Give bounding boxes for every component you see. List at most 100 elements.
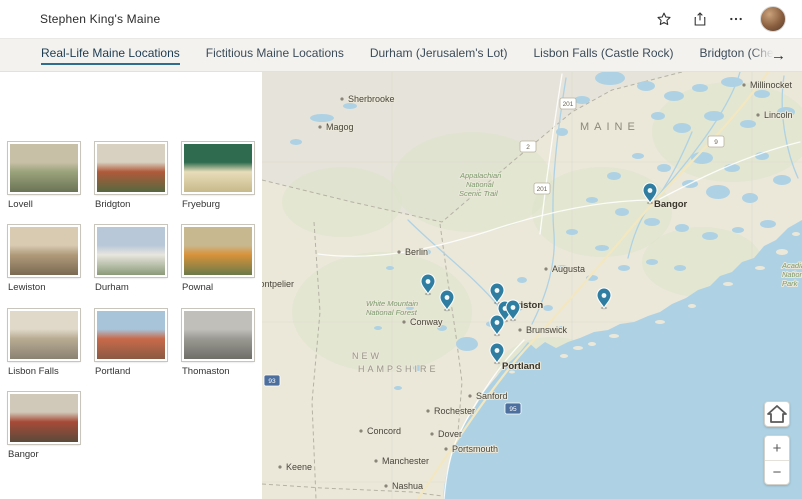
lake [637,81,655,91]
lake [673,123,691,133]
map-label-national: National [465,179,495,190]
star-button[interactable] [652,7,676,31]
storymap-app: Stephen King's Maine Real-Life Maine Loc… [0,0,802,499]
svg-text:Dover: Dover [438,429,462,439]
gallery-item-portland[interactable]: Portland [94,307,168,377]
island [688,304,696,308]
map-svg[interactable]: 201 2 201 9 95 93 Sherbrooke Magog Millinocket Li… [262,72,802,499]
svg-text:201: 201 [537,186,548,193]
map-label-scenic-trail: Scenic Trail [458,188,499,199]
svg-text:Rochester: Rochester [434,406,475,416]
forest-area [282,167,402,237]
svg-text:National Forest: National Forest [366,308,418,317]
svg-text:Bangor: Bangor [654,199,688,210]
avatar[interactable] [760,6,786,32]
route-shield-95: 95 [504,402,522,415]
map-label-bangor: Bangor [653,198,689,211]
zoom-in-button[interactable]: + [765,436,789,460]
lake [675,224,689,232]
route-shield-9: 9 [707,135,725,148]
map-label-montpelier: Montpelier [262,278,295,290]
gallery-item-fryeburg[interactable]: Fryeburg [181,141,255,210]
gallery-item-label: Bangor [8,449,39,461]
lake [543,305,553,311]
tab-label: Real-Life Maine Locations [41,46,180,65]
island [723,282,733,286]
svg-text:MAINE: MAINE [580,121,640,133]
gallery-item-thomaston[interactable]: Thomaston [181,307,255,377]
svg-text:Magog: Magog [326,122,354,132]
svg-text:Montpelier: Montpelier [262,279,294,289]
tab-real-life-maine-locations[interactable]: Real-Life Maine Locations [28,39,193,71]
home-icon [767,405,787,423]
island [776,249,788,255]
gallery-thumbnail [7,391,81,446]
tab-lisbon-falls-castle-rock[interactable]: Lisbon Falls (Castle Rock) [521,39,687,71]
lake [644,218,660,226]
svg-text:2: 2 [526,144,530,151]
svg-text:95: 95 [509,406,517,413]
gallery-item-pownal[interactable]: Pownal [181,224,255,293]
zoom-out-button[interactable]: − [765,460,789,484]
lake [783,238,797,246]
svg-text:Manchester: Manchester [382,456,429,466]
svg-text:NEW: NEW [352,351,382,361]
lake [290,139,302,145]
share-button[interactable] [688,7,712,31]
lake [674,265,686,271]
gallery-item-bangor[interactable]: Bangor [7,391,81,461]
svg-text:Acadia: Acadia [781,261,802,270]
island [588,342,596,346]
tab-label: Durham (Jerusalem's Lot) [369,45,508,60]
svg-text:Berlin: Berlin [405,247,428,257]
gallery-item-durham[interactable]: Durham [94,224,168,293]
lake [651,112,665,120]
gallery-panel: Lovell Bridgton Fryeburg Lewiston Durham Pown… [0,72,262,499]
map-label-acadia: Acadia [780,260,802,271]
lake [374,326,382,330]
page-title: Stephen King's Maine [40,12,161,26]
lake [740,120,756,128]
lake [394,386,402,390]
gallery-item-lovell[interactable]: Lovell [7,141,81,210]
gallery-thumbnail [94,307,168,362]
gallery-item-bridgton[interactable]: Bridgton [94,141,168,210]
tab-bar: Real-Life Maine Locations Fictitious Main… [0,38,802,72]
map-label-new: NEW [351,350,382,362]
zoom-controls: + − [764,435,790,485]
svg-text:Appalachian: Appalachian [459,171,501,180]
gallery-thumbnail [181,307,255,362]
more-options-button[interactable] [724,7,748,31]
tab-fictitious-maine-locations[interactable]: Fictitious Maine Locations [193,39,357,71]
map-label-brunswick: Brunswick [518,324,569,336]
map-label-hampshire: HAMPSHIRE [357,363,439,375]
map-label-manchester: Manchester [374,455,430,467]
gallery-item-label: Lewiston [8,282,46,294]
gallery-item-label: Thomaston [182,365,230,377]
map-label-appalachian: Appalachian [458,170,502,181]
tab-durham-jerusalem-s-lot[interactable]: Durham (Jerusalem's Lot) [357,39,521,71]
gallery-item-lewiston[interactable]: Lewiston [7,224,81,294]
svg-text:Portsmouth: Portsmouth [452,444,498,454]
lake [310,114,334,122]
map-home-button[interactable] [764,401,790,427]
lake [732,227,744,233]
gallery-thumbnail [94,141,168,195]
svg-text:Augusta: Augusta [552,264,585,274]
gallery-item-lisbon-falls[interactable]: Lisbon Falls [7,307,81,377]
map-container[interactable]: 201 2 201 9 95 93 Sherbrooke Magog Millinocket Li… [262,72,802,499]
svg-text:Conway: Conway [410,317,443,327]
tabs-scroll-right-button[interactable]: → [750,39,802,71]
svg-text:9: 9 [714,139,718,146]
svg-text:National: National [466,180,494,189]
svg-text:HAMPSHIRE: HAMPSHIRE [358,364,439,374]
ellipsis-icon [730,17,742,21]
gallery-thumbnail [94,224,168,279]
map-label-rochester: Rochester [426,405,476,417]
lake [517,277,527,283]
map-label-national: National [781,269,802,280]
header-actions [652,6,786,32]
svg-text:Sherbrooke: Sherbrooke [348,94,395,104]
svg-text:Brunswick: Brunswick [526,325,568,335]
tab-label: Fictitious Maine Locations [205,45,344,60]
